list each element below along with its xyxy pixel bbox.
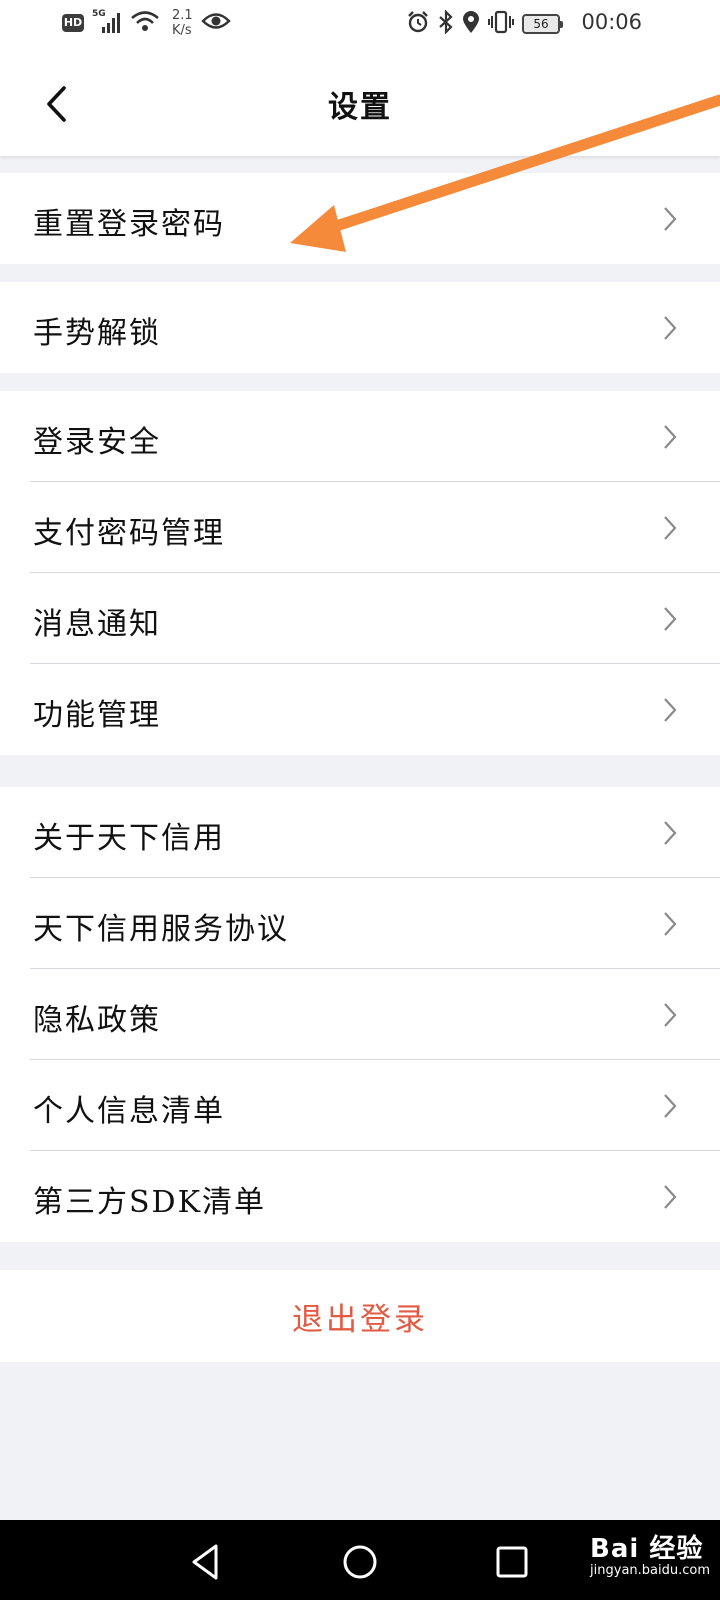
vibrate-icon <box>488 10 514 38</box>
settings-screen: HD 5G 2.1 K/s 56 00:06 设置 重置登录密码 手势解锁 登录… <box>0 0 720 1600</box>
network-label: 5G <box>92 9 106 19</box>
speed-unit: K/s <box>172 23 192 38</box>
setting-third-party-sdk-list[interactable]: 第三方SDK清单 <box>0 1151 720 1242</box>
chevron-right-icon <box>664 207 677 231</box>
baidu-watermark: Bai 经验 jingyan.baidu.com <box>590 1528 710 1578</box>
chevron-right-icon <box>664 912 677 936</box>
hd-badge: HD <box>62 14 84 32</box>
home-circle-icon[interactable] <box>338 1540 382 1584</box>
chevron-right-icon <box>664 316 677 340</box>
settings-group-3: 登录安全 支付密码管理 消息通知 功能管理 <box>0 391 720 755</box>
setting-reset-password[interactable]: 重置登录密码 <box>0 173 720 264</box>
chevron-right-icon <box>664 1094 677 1118</box>
chevron-right-icon <box>664 821 677 845</box>
clock: 00:06 <box>581 10 642 34</box>
logout-label: 退出登录 <box>292 1301 428 1338</box>
setting-label: 登录安全 <box>33 425 161 460</box>
header: 设置 <box>0 52 720 156</box>
setting-label: 隐私政策 <box>33 1003 161 1038</box>
status-bar: HD 5G 2.1 K/s 56 00:06 <box>0 0 720 52</box>
setting-label: 天下信用服务协议 <box>33 912 289 947</box>
recents-square-icon[interactable] <box>490 1540 534 1584</box>
chevron-right-icon <box>664 698 677 722</box>
wifi-icon <box>130 9 160 37</box>
speed-value: 2.1 <box>172 8 193 23</box>
chevron-right-icon <box>664 607 677 631</box>
setting-label: 支付密码管理 <box>33 516 225 551</box>
chevron-right-icon <box>664 1185 677 1209</box>
setting-login-security[interactable]: 登录安全 <box>0 391 720 482</box>
setting-service-agreement[interactable]: 天下信用服务协议 <box>0 878 720 969</box>
logout-button[interactable]: 退出登录 <box>0 1270 720 1362</box>
status-left: HD 5G 2.1 K/s <box>62 8 231 38</box>
alarm-icon <box>406 10 430 38</box>
bluetooth-icon <box>438 9 454 38</box>
setting-notifications[interactable]: 消息通知 <box>0 573 720 664</box>
battery-indicator: 56 <box>522 14 563 34</box>
setting-label: 消息通知 <box>33 607 161 642</box>
setting-personal-info-list[interactable]: 个人信息清单 <box>0 1060 720 1151</box>
status-right: 56 <box>406 9 563 38</box>
setting-feature-management[interactable]: 功能管理 <box>0 664 720 755</box>
eye-icon <box>200 10 231 36</box>
setting-gesture-unlock[interactable]: 手势解锁 <box>0 282 720 373</box>
chevron-right-icon <box>664 516 677 540</box>
setting-label: 第三方SDK清单 <box>33 1185 267 1220</box>
settings-group-2: 手势解锁 <box>0 282 720 373</box>
setting-payment-password[interactable]: 支付密码管理 <box>0 482 720 573</box>
setting-label: 关于天下信用 <box>33 821 225 856</box>
chevron-right-icon <box>664 1003 677 1027</box>
settings-group-4: 关于天下信用 天下信用服务协议 隐私政策 个人信息清单 第三方SDK清单 <box>0 787 720 1242</box>
settings-group-1: 重置登录密码 <box>0 173 720 264</box>
setting-label: 重置登录密码 <box>33 207 225 242</box>
watermark-sub: jingyan.baidu.com <box>590 1563 710 1578</box>
setting-label: 功能管理 <box>33 698 161 733</box>
watermark-main: Bai 经验 <box>590 1534 704 1564</box>
back-triangle-icon[interactable] <box>184 1540 228 1584</box>
setting-label: 个人信息清单 <box>33 1094 225 1129</box>
page-title: 设置 <box>328 90 392 125</box>
chevron-right-icon <box>664 425 677 449</box>
signal-icon: 5G <box>92 9 122 35</box>
setting-privacy-policy[interactable]: 隐私政策 <box>0 969 720 1060</box>
location-icon <box>462 10 480 38</box>
system-nav-bar: Bai 经验 jingyan.baidu.com <box>0 1520 720 1600</box>
setting-label: 手势解锁 <box>33 316 161 351</box>
network-speed: 2.1 K/s <box>172 8 193 38</box>
setting-about[interactable]: 关于天下信用 <box>0 787 720 878</box>
